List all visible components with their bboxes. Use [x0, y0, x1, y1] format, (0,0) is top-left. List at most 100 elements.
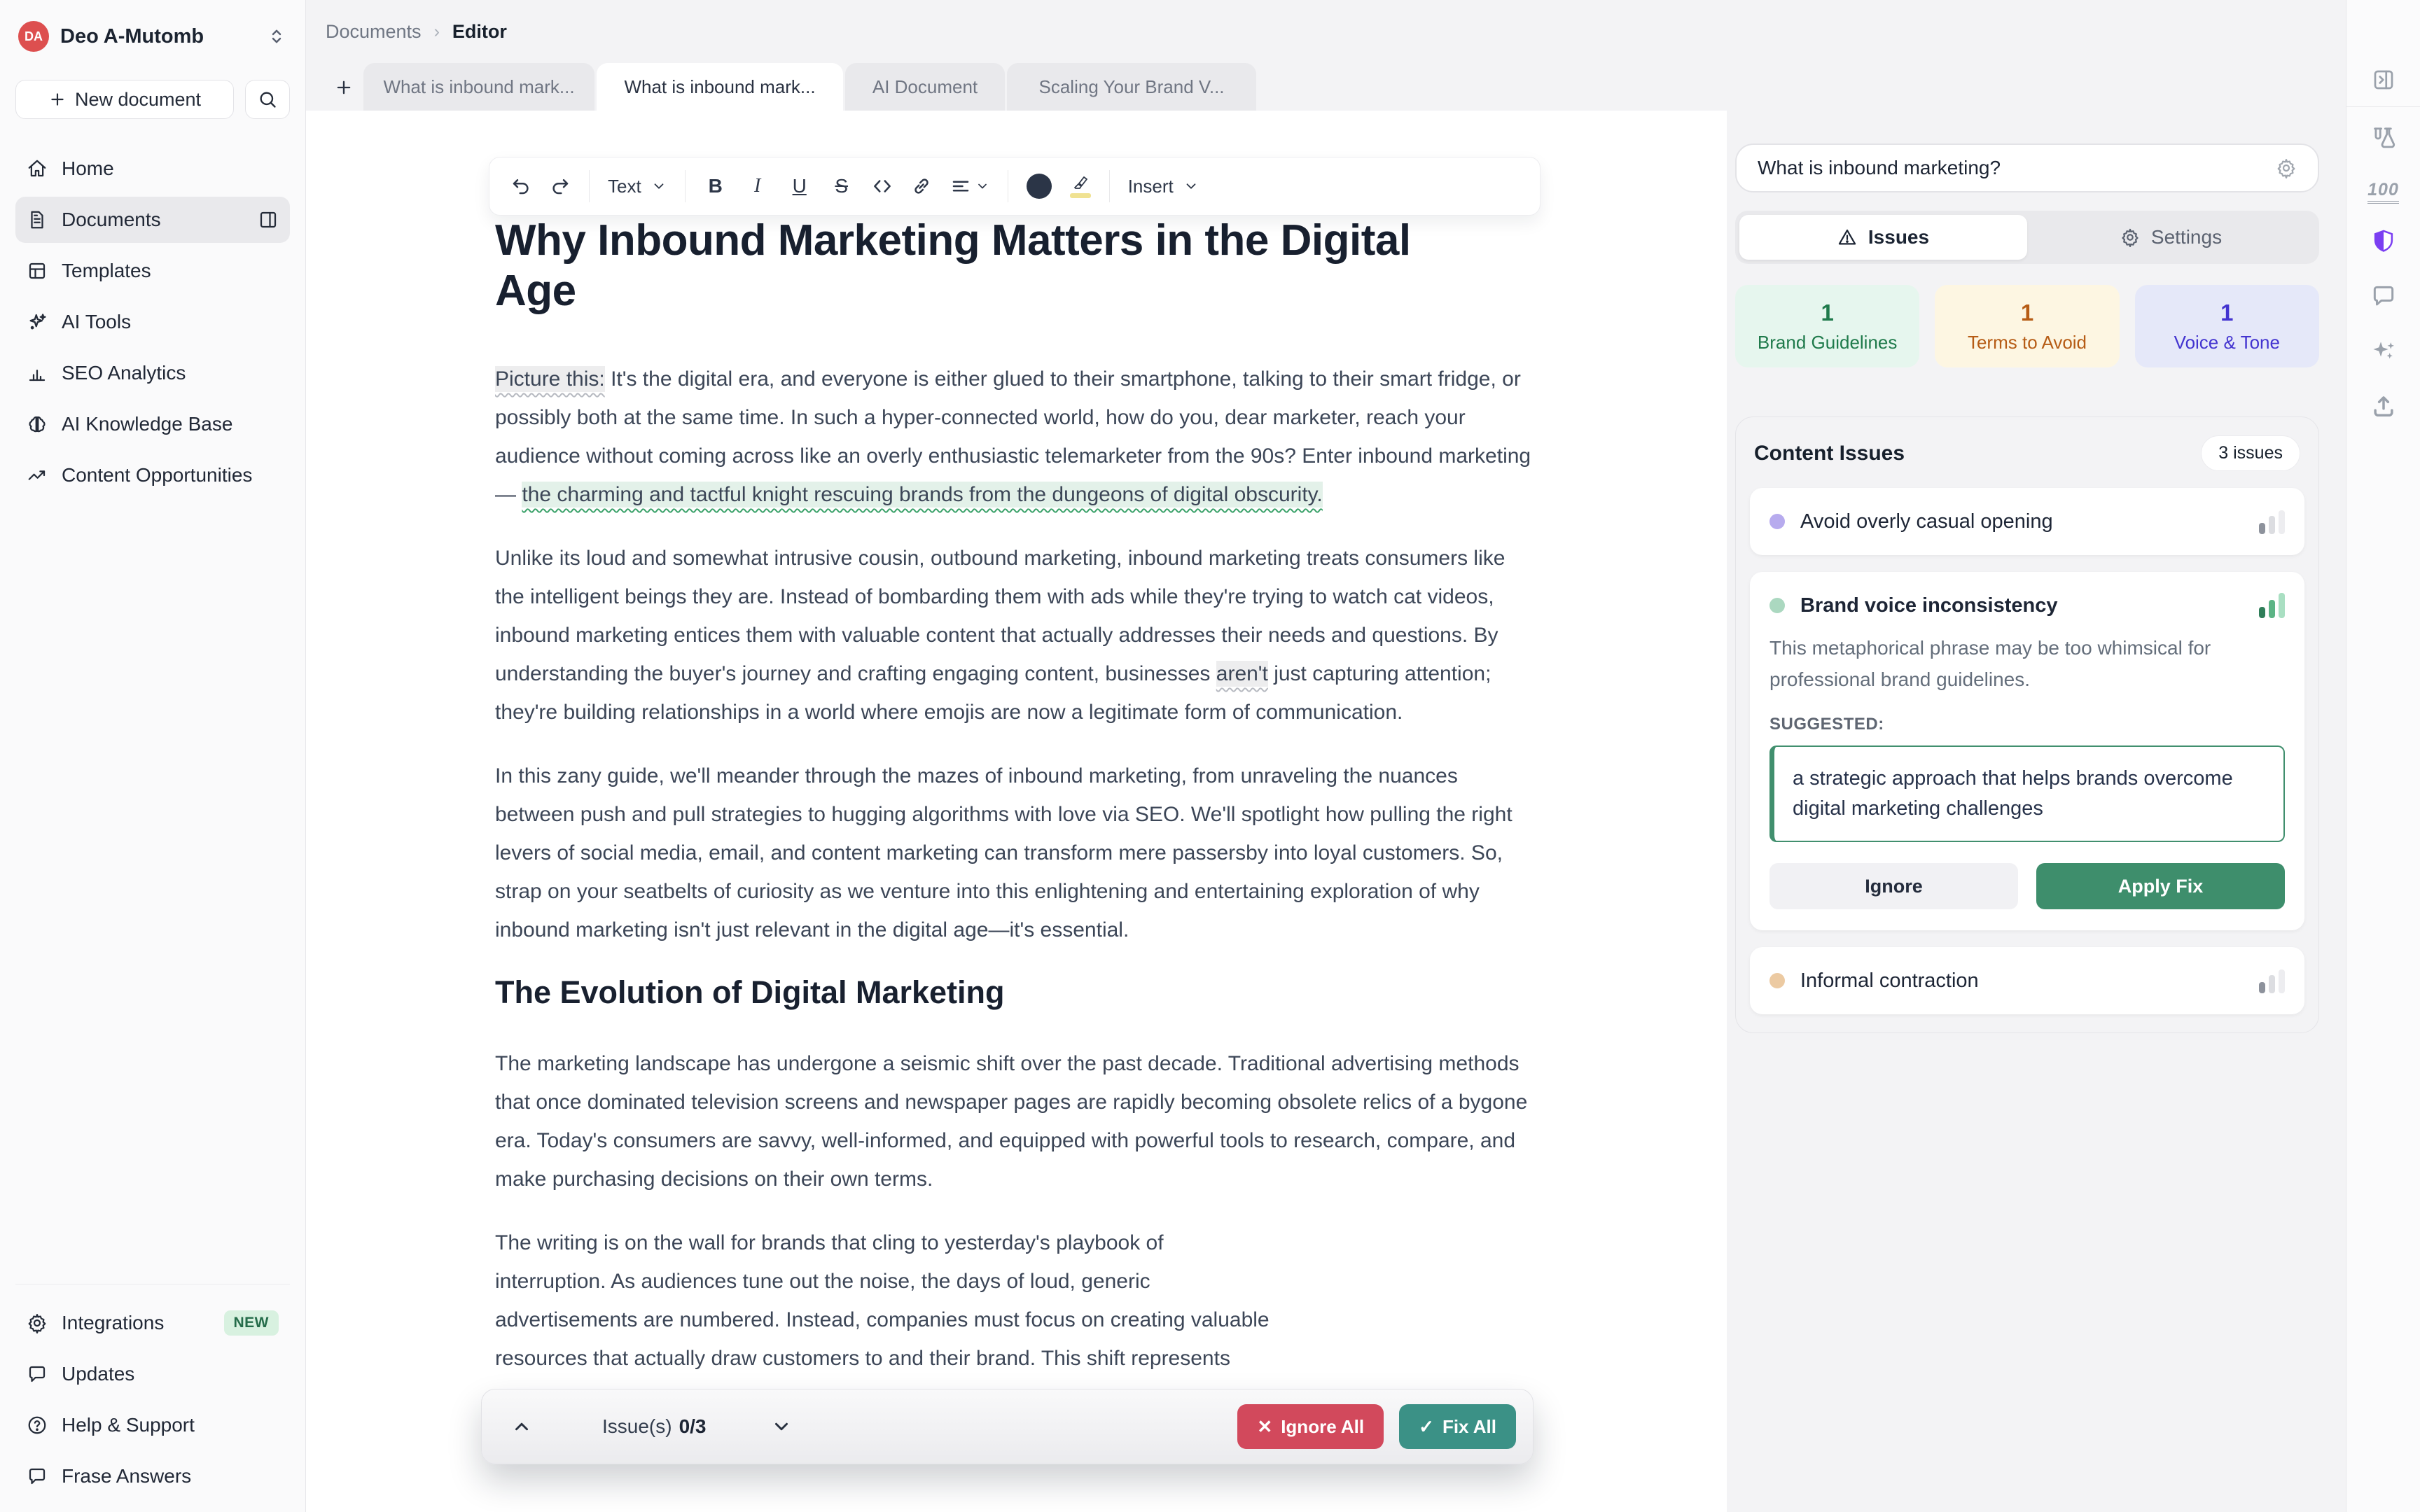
tab-issues-label: Issues: [1868, 226, 1929, 248]
add-tab-button[interactable]: [324, 64, 363, 111]
sidebar-item-updates[interactable]: Updates: [15, 1351, 290, 1397]
tab-issues[interactable]: Issues: [1739, 215, 2027, 260]
sidebar-item-label: AI Knowledge Base: [62, 413, 232, 435]
bold-button[interactable]: B: [704, 175, 728, 197]
hundred-score-icon[interactable]: 100: [2367, 180, 2399, 200]
sidebar-item-frase-answers[interactable]: Frase Answers: [15, 1453, 290, 1499]
bar-chart-icon: [27, 363, 48, 384]
check-icon: ✓: [1419, 1416, 1434, 1438]
tab-ai-document[interactable]: AI Document: [845, 63, 1005, 111]
badge-label: Terms to Avoid: [1968, 332, 2087, 354]
sidebar-item-label: Home: [62, 158, 114, 180]
text-style-dropdown[interactable]: Text: [608, 176, 667, 197]
sidebar-nav: Home Documents Templates AI Tools SEO An…: [15, 146, 290, 498]
highlighted-text-segment[interactable]: aren't: [1216, 661, 1268, 687]
redo-icon[interactable]: [550, 176, 571, 197]
tab-document-2-active[interactable]: What is inbound mark...: [597, 63, 843, 111]
new-badge: NEW: [224, 1310, 279, 1336]
user-menu[interactable]: DA Deo A-Mutomb: [15, 21, 290, 52]
document-body[interactable]: Why Inbound Marketing Matters in the Dig…: [306, 111, 1531, 1378]
severity-bars-icon: [2259, 509, 2285, 534]
new-document-label: New document: [75, 89, 201, 111]
comment-icon[interactable]: [2370, 283, 2397, 309]
sidebar-item-label: Templates: [62, 260, 151, 282]
sidebar-item-documents[interactable]: Documents: [15, 197, 290, 243]
chevron-down-icon[interactable]: [771, 1416, 792, 1437]
sidebar-item-label: Content Opportunities: [62, 464, 252, 486]
text-color-button[interactable]: [1027, 174, 1052, 199]
badge-terms-to-avoid[interactable]: 1 Terms to Avoid: [1935, 285, 2119, 368]
sidebar-item-content-opportunities[interactable]: Content Opportunities: [15, 452, 290, 498]
badge-voice-tone[interactable]: 1 Voice & Tone: [2135, 285, 2319, 368]
issue-card-casual-opening[interactable]: Avoid overly casual opening: [1750, 488, 2304, 555]
brand-shield-icon[interactable]: [2370, 228, 2397, 255]
italic-button[interactable]: I: [746, 175, 770, 197]
tab-document-1[interactable]: What is inbound mark...: [363, 63, 594, 111]
issue-count-label: Issue(s)0/3: [602, 1415, 707, 1438]
ignore-button[interactable]: Ignore: [1769, 863, 2018, 909]
issue-card-brand-voice[interactable]: Brand voice inconsistency This metaphori…: [1750, 572, 2304, 930]
sidebar-nav-bottom: Integrations NEW Updates Help & Support …: [15, 1284, 290, 1499]
issue-card-title: Informal contraction: [1800, 969, 2244, 993]
search-button[interactable]: [245, 80, 290, 119]
breadcrumb-documents[interactable]: Documents: [326, 21, 422, 43]
issue-bar: Issue(s)0/3 ✕ Ignore All ✓ Fix All: [481, 1389, 1534, 1464]
link-icon[interactable]: [911, 176, 932, 197]
message-icon: [27, 1364, 48, 1385]
issue-card-informal-contraction[interactable]: Informal contraction: [1750, 947, 2304, 1014]
sidebar-item-ai-knowledge-base[interactable]: AI Knowledge Base: [15, 401, 290, 447]
sidebar-item-seo-analytics[interactable]: SEO Analytics: [15, 350, 290, 396]
insert-label: Insert: [1128, 176, 1174, 197]
fix-all-button[interactable]: ✓ Fix All: [1399, 1404, 1516, 1449]
panel-tabs: Issues Settings: [1735, 211, 2319, 264]
highlighter-button[interactable]: [1070, 174, 1091, 198]
warning-triangle-icon: [1837, 227, 1857, 247]
highlighted-text-segment[interactable]: Picture this:: [495, 366, 605, 392]
new-document-button[interactable]: New document: [15, 80, 234, 119]
chat-icon: [27, 1466, 48, 1487]
panel-columns-icon[interactable]: [258, 209, 279, 230]
tab-scaling-your-brand[interactable]: Scaling Your Brand V...: [1007, 63, 1256, 111]
apply-fix-button[interactable]: Apply Fix: [2036, 863, 2285, 909]
text-segment: The marketing landscape has undergone a …: [495, 1052, 1527, 1191]
lab-flask-icon[interactable]: [2370, 125, 2397, 152]
tab-settings-label: Settings: [2151, 226, 2222, 248]
chevron-up-icon[interactable]: [511, 1416, 532, 1437]
highlighted-text-segment[interactable]: the charming and tactful knight rescuing…: [522, 482, 1322, 507]
sidebar-item-label: Integrations: [62, 1312, 164, 1334]
insert-dropdown[interactable]: Insert: [1128, 176, 1199, 197]
tab-settings[interactable]: Settings: [2027, 215, 2315, 260]
gear-icon: [2120, 227, 2140, 247]
align-dropdown[interactable]: [950, 176, 989, 197]
suggestion-text: a strategic approach that helps brands o…: [1769, 746, 2285, 842]
gear-icon[interactable]: [2276, 158, 2297, 178]
sidebar-item-templates[interactable]: Templates: [15, 248, 290, 294]
issue-dot: [1769, 973, 1785, 988]
text-segment: resources that actually draw customers t…: [495, 1347, 1230, 1370]
strikethrough-button[interactable]: S: [830, 175, 854, 197]
upload-icon[interactable]: [2370, 392, 2397, 419]
ai-sparkles-icon[interactable]: [2370, 337, 2397, 364]
code-icon[interactable]: [872, 176, 893, 197]
search-icon: [258, 90, 277, 109]
sidebar-item-home[interactable]: Home: [15, 146, 290, 192]
text-segment: In this zany guide, we'll meander throug…: [495, 764, 1512, 941]
document-icon: [27, 209, 48, 230]
sidebar-item-label: SEO Analytics: [62, 362, 186, 384]
sidebar-item-ai-tools[interactable]: AI Tools: [15, 299, 290, 345]
help-circle-icon: [27, 1415, 48, 1436]
query-input[interactable]: What is inbound marketing?: [1735, 144, 2319, 192]
avatar: DA: [18, 21, 49, 52]
undo-icon[interactable]: [510, 176, 531, 197]
ignore-all-button[interactable]: ✕ Ignore All: [1237, 1404, 1384, 1449]
issue-card-title: Avoid overly casual opening: [1800, 510, 2244, 533]
sidebar-item-help-support[interactable]: Help & Support: [15, 1402, 290, 1448]
issue-count: 0/3: [679, 1415, 707, 1437]
collapse-panel-icon[interactable]: [2371, 67, 2396, 92]
severity-bars-icon: [2259, 593, 2285, 618]
content-issues-title: Content Issues: [1754, 442, 2201, 465]
sidebar-item-integrations[interactable]: Integrations NEW: [15, 1300, 290, 1346]
underline-button[interactable]: U: [788, 175, 812, 197]
badge-brand-guidelines[interactable]: 1 Brand Guidelines: [1735, 285, 1919, 368]
document-paragraph: Unlike its loud and somewhat intrusive c…: [495, 539, 1531, 732]
